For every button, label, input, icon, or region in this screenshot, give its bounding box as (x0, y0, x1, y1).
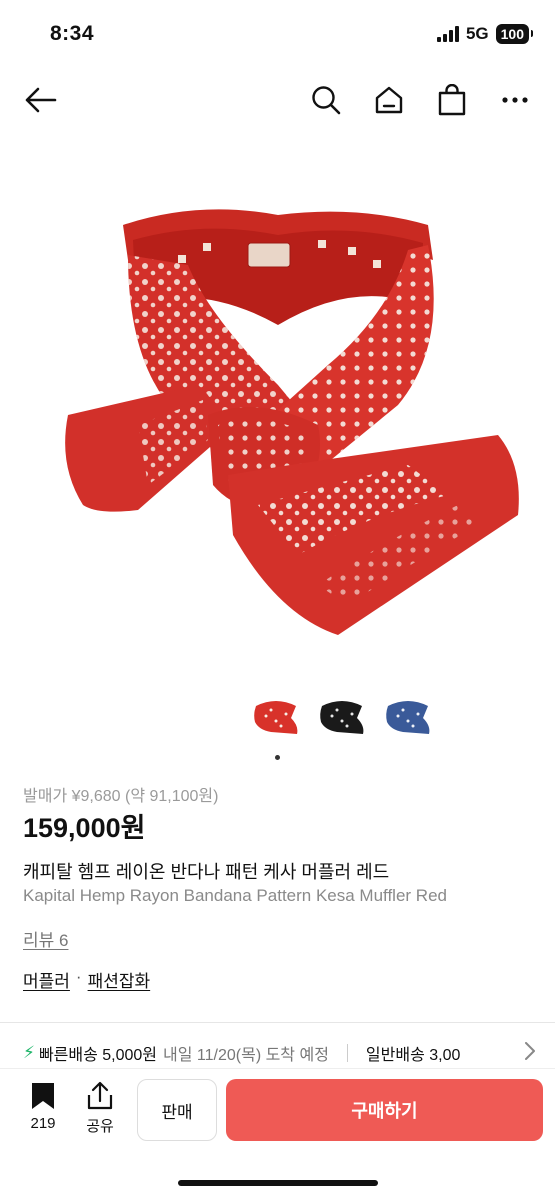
category-link-fashion[interactable]: 패션잡화 (88, 967, 151, 992)
fast-shipping-price: 빠른배송 5,000원 (38, 1047, 158, 1064)
network-type: 5G (465, 24, 489, 43)
scarf-thumbnail-icon (320, 701, 364, 734)
lightning-icon: ⚡ (23, 1043, 35, 1062)
more-horizontal-icon (502, 97, 528, 103)
share-label: 공유 (86, 1118, 114, 1135)
shipping-divider (346, 1044, 348, 1062)
share-icon (87, 1081, 113, 1110)
chevron-right-icon[interactable] (525, 1042, 535, 1065)
price: 159,000원 (23, 813, 146, 843)
status-time: 8:34 (50, 22, 95, 45)
product-title-en: Kapital Hemp Rayon Bandana Pattern Kesa … (23, 886, 447, 905)
shipping-options[interactable]: ⚡ 빠른배송 5,000원 내일 11/20(목) 도착 예정 일반배송 3,0… (23, 1040, 555, 1066)
status-bar: 8:34 5G 100 (0, 0, 555, 70)
shopping-bag-icon (438, 84, 466, 116)
normal-shipping-price: 일반배송 3,00 (365, 1047, 461, 1064)
sell-button[interactable]: 판매 (137, 1079, 217, 1141)
home-icon (375, 86, 403, 114)
scarf-thumbnail-icon (386, 701, 430, 734)
bookmark-icon (32, 1083, 54, 1109)
fast-shipping-date: 내일 11/20(목) 도착 예정 (163, 1047, 329, 1064)
review-link[interactable]: 리뷰 6 (23, 926, 68, 951)
thumbnail-strip (250, 690, 434, 742)
top-nav (0, 70, 555, 128)
product-title-ko: 캐피탈 헴프 레이온 반다나 패턴 케사 머플러 레드 (23, 862, 390, 882)
category-separator: · (75, 967, 82, 986)
search-icon (312, 86, 341, 115)
page-indicator-dot (275, 755, 280, 760)
thumbnail-blue[interactable] (382, 690, 434, 742)
bookmark-button[interactable]: 219 (24, 1081, 62, 1132)
battery-icon: 100 (495, 24, 534, 44)
release-price: 발매가 ¥9,680 (약 91,100원) (23, 788, 219, 805)
buy-button[interactable]: 구매하기 (226, 1079, 543, 1141)
status-indicators: 5G 100 (436, 24, 534, 44)
signal-icon (436, 26, 459, 42)
scarf-image (64, 209, 519, 635)
shopping-bag-button[interactable] (432, 80, 472, 120)
scarf-thumbnail-icon (254, 701, 298, 734)
search-button[interactable] (306, 80, 346, 120)
home-button[interactable] (369, 80, 409, 120)
back-button[interactable] (20, 80, 60, 120)
category-link-muffler[interactable]: 머플러 (23, 967, 70, 992)
home-indicator (178, 1180, 378, 1186)
product-image[interactable] (0, 150, 555, 680)
category-breadcrumb: 머플러 · 패션잡화 (23, 967, 150, 992)
arrow-left-icon (25, 87, 57, 113)
thumbnail-red[interactable] (250, 690, 302, 742)
divider (0, 1022, 555, 1023)
more-button[interactable] (495, 80, 535, 120)
share-button[interactable]: 공유 (80, 1081, 120, 1136)
bookmark-count: 219 (30, 1115, 56, 1132)
thumbnail-black[interactable] (316, 690, 368, 742)
